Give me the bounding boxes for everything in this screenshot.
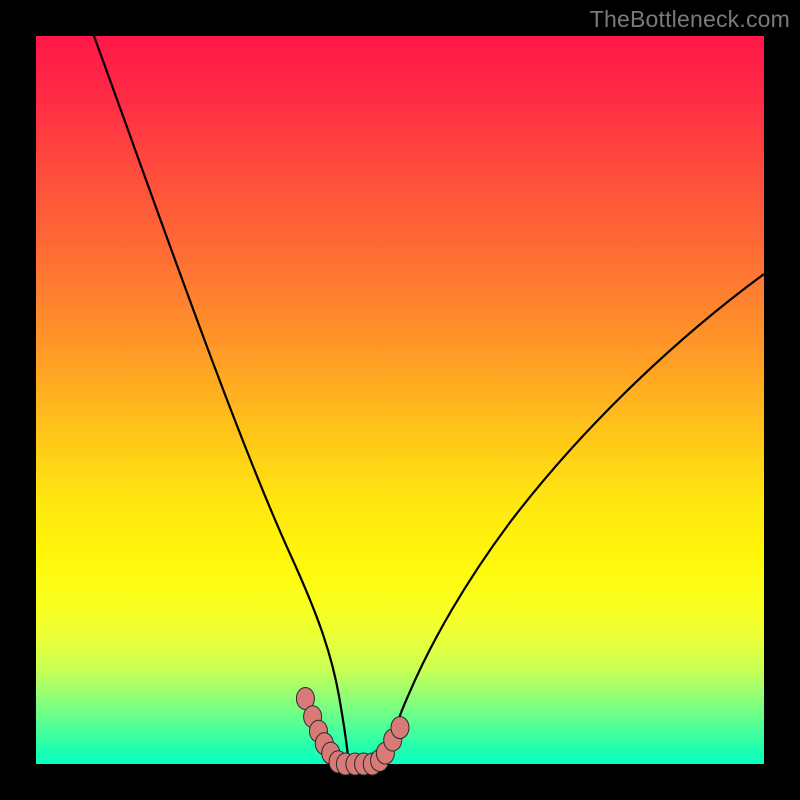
- curve-layer: [94, 36, 764, 764]
- curve-left-branch: [94, 36, 350, 764]
- chart-svg: [36, 36, 764, 764]
- chart-frame: TheBottleneck.com: [0, 0, 800, 800]
- marker-layer: [296, 688, 409, 776]
- plot-area: [36, 36, 764, 764]
- curve-right-branch: [386, 274, 764, 764]
- watermark-text: TheBottleneck.com: [590, 6, 790, 33]
- data-marker: [391, 717, 409, 739]
